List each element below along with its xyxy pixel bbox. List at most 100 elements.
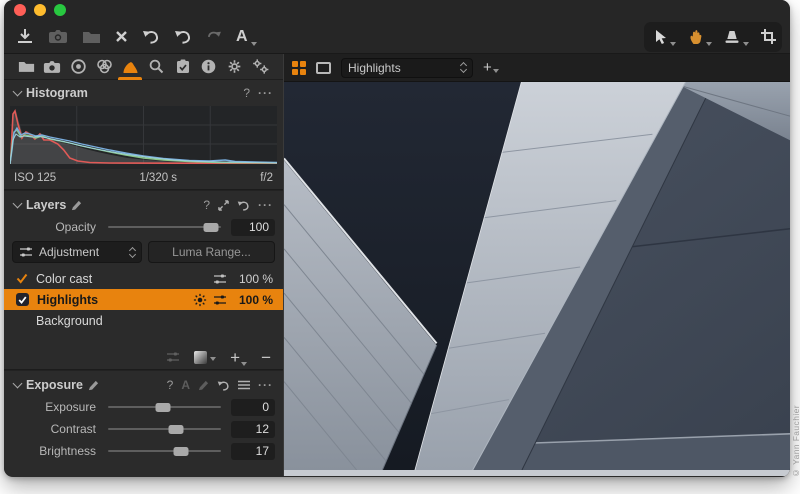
layer-name: Background [36,314,273,328]
tab-color-icon[interactable] [92,55,116,79]
help-icon[interactable]: ? [243,86,250,100]
viewer: Highlights + [284,54,790,476]
layer-row-background[interactable]: Background [4,310,283,331]
exposure-value[interactable]: 0 [231,399,275,416]
help-icon[interactable]: ? [167,378,174,392]
import-icon[interactable] [16,25,34,49]
collapse-chevron-icon[interactable] [13,87,23,97]
text-style-tool[interactable]: A [236,25,257,49]
mask-adjustments-icon[interactable] [213,273,227,285]
brightness-label: Brightness [4,444,108,458]
minimize-window-button[interactable] [34,4,46,16]
tab-metadata-icon[interactable] [171,55,195,79]
contrast-slider[interactable] [108,422,221,436]
tab-plugins-icon[interactable] [249,55,273,79]
more-options-icon[interactable]: ··· [258,86,273,100]
close-window-button[interactable] [14,4,26,16]
tab-library-icon[interactable] [14,55,38,79]
contrast-slider-handle[interactable] [168,425,183,434]
aperture-value: f/2 [260,172,273,184]
undo-icon[interactable] [174,25,192,49]
tool-tab-bar [4,54,283,80]
presets-menu-icon[interactable] [238,380,250,390]
mask-display-button[interactable] [194,351,216,364]
opacity-slider-row: Opacity 100 [4,216,283,238]
opacity-label: Opacity [4,220,108,234]
tab-lens-icon[interactable] [66,55,90,79]
layer-name: Highlights [37,293,193,307]
tab-capture-icon[interactable] [40,55,64,79]
exposure-adjustment-sun-icon [193,293,207,307]
loupe-tool[interactable] [724,25,749,49]
crop-tool[interactable] [761,25,776,49]
expand-arrows-icon[interactable] [218,200,229,211]
layer-name: Color cast [36,272,213,286]
photo-canvas[interactable] [284,82,790,470]
plus-icon: + [483,60,492,75]
opacity-slider[interactable] [108,220,221,234]
viewer-layer-selector[interactable]: Highlights [341,58,473,78]
reset-icon[interactable] [237,200,250,211]
exposure-slider-handle[interactable] [156,403,171,412]
copy-adjustments-icon[interactable] [166,351,180,363]
brush-icon-disabled[interactable] [198,380,209,391]
exif-readout: ISO 125 1/320 s f/2 [4,169,283,189]
collapse-chevron-icon[interactable] [13,379,23,389]
layer-enabled-check-icon[interactable] [16,273,28,284]
opacity-value[interactable]: 100 [231,219,275,236]
tab-info-icon[interactable] [197,55,221,79]
mask-adjustments-icon[interactable] [213,294,227,306]
luma-range-button[interactable]: Luma Range... [148,241,275,263]
viewer-layer-selector-value: Highlights [348,61,455,75]
tab-settings-icon[interactable] [223,55,247,79]
chevron-down-icon [706,42,712,46]
more-options-icon[interactable]: ··· [258,378,273,392]
reset-adjustments-icon[interactable] [142,25,160,49]
contrast-value[interactable]: 12 [231,421,275,438]
collapse-chevron-icon[interactable] [13,199,23,209]
single-view-icon[interactable] [316,62,331,74]
exposure-header: Exposure ? A ··· [4,374,283,396]
capture-icon[interactable] [48,25,68,49]
tab-exposure-icon[interactable] [118,55,142,79]
zoom-window-button[interactable] [54,4,66,16]
auto-adjust-icon[interactable]: A [181,378,190,392]
layers-title: Layers [26,198,66,212]
exposure-label: Exposure [4,400,108,414]
reset-icon[interactable] [217,380,230,391]
brightness-value[interactable]: 17 [231,443,275,460]
pan-hand-tool[interactable] [688,25,712,49]
layer-enabled-checkbox[interactable] [16,293,29,306]
brightness-slider[interactable] [108,444,221,458]
add-viewer-layer-button[interactable]: + [483,60,499,76]
chevron-down-icon [493,69,499,73]
layer-row-color-cast[interactable]: Color cast 100 % [4,268,283,289]
remove-layer-button[interactable]: − [261,349,271,366]
adjustment-type-dropdown[interactable]: Adjustment [12,241,142,263]
add-layer-button[interactable]: + [230,349,247,366]
main-toolbar: A [4,20,790,54]
help-icon[interactable]: ? [203,198,210,212]
brush-icon [88,380,99,391]
brightness-slider-handle[interactable] [174,447,189,456]
layer-controls-row: Adjustment Luma Range... [4,238,283,268]
move-to-folder-icon[interactable] [82,25,101,49]
layer-row-highlights[interactable]: Highlights 100 % [4,289,283,310]
chevron-down-icon [670,42,676,46]
gradient-mask-icon [194,351,207,364]
cursor-tools-group [644,22,782,52]
redo-icon[interactable] [206,25,222,49]
brush-icon [71,200,82,211]
select-cursor-tool[interactable] [654,25,676,49]
chevron-down-icon [743,42,749,46]
tab-details-icon[interactable] [145,55,169,79]
exposure-slider[interactable] [108,400,221,414]
delete-x-icon[interactable] [115,25,128,49]
iso-value: ISO 125 [14,172,56,184]
more-options-icon[interactable]: ··· [258,198,273,212]
opacity-slider-handle[interactable] [203,223,218,232]
viewer-bottom-edge [284,470,790,476]
histogram-header: Histogram ? ··· [4,82,283,104]
multi-view-grid-icon[interactable] [292,61,306,75]
viewer-toolbar: Highlights + [284,54,790,82]
